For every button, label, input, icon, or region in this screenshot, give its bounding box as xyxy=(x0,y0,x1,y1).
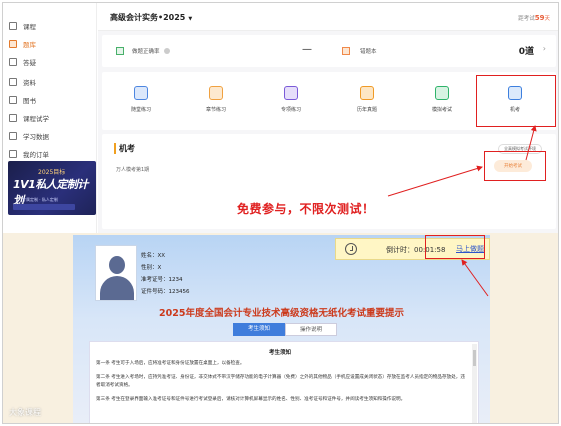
sidebar-item-books[interactable]: 图书 xyxy=(9,93,36,107)
avatar-head xyxy=(109,256,125,274)
exam-subtitle: 万人模考第1期 xyxy=(116,167,150,173)
highlight-box xyxy=(484,151,546,181)
library-icon xyxy=(9,96,17,104)
tool-label: 专项练习 xyxy=(280,107,301,113)
field-value: 123456 xyxy=(168,289,190,295)
exam-countdown: 距考试59天 xyxy=(518,14,550,22)
notice-paragraph: 第三条 考生在登录界面输入准考证号和证件号进行考试登录后，请核对计算机屏幕显示的… xyxy=(96,397,406,402)
scrollbar-thumb[interactable] xyxy=(473,350,476,366)
sidebar: 课程 题库 答疑 资料 图书 课程试学 学习数据 我的订单 2025目标 1V1… xyxy=(3,3,97,233)
accuracy-stat: 做题正确率 xyxy=(116,47,170,55)
tool-mock-exam[interactable]: 模拟考试 xyxy=(417,86,467,113)
tool-chapter-practice[interactable]: 章节练习 xyxy=(191,86,241,113)
candidate-ticket: 准考证号：1234 xyxy=(141,275,183,283)
highlight-box xyxy=(425,235,485,259)
order-icon xyxy=(9,150,17,158)
stats-bar: 做题正确率 — 错题本 0道 › xyxy=(102,35,556,67)
promo-banner[interactable]: 2025目标 1V1私人定制计划 专属定制 · 私人定制 xyxy=(8,161,96,215)
question-bank-icon xyxy=(9,40,17,48)
sidebar-item-label: 资料 xyxy=(23,79,36,87)
field-value: X xyxy=(157,265,162,271)
field-label: 姓名： xyxy=(141,253,158,259)
sidebar-item-label: 题库 xyxy=(23,41,36,49)
accuracy-label: 做题正确率 xyxy=(132,49,160,55)
tool-label: 章节练习 xyxy=(205,107,226,113)
chevron-down-icon: ▼ xyxy=(188,16,193,22)
sidebar-item-question-bank[interactable]: 题库 xyxy=(9,37,36,51)
countdown-suffix: 天 xyxy=(544,16,550,22)
avatar xyxy=(95,245,137,301)
tool-label: 随堂练习 xyxy=(130,107,151,113)
tool-label: 历年真题 xyxy=(356,107,377,113)
chart-icon xyxy=(116,47,124,55)
watermark: 大象课程 xyxy=(9,408,41,417)
page-title: 高级会计实务•2025 xyxy=(110,13,186,22)
practice-icon xyxy=(134,86,148,100)
avatar-body xyxy=(100,276,134,300)
notebook-icon xyxy=(342,47,350,55)
book-icon xyxy=(9,22,17,30)
chevron-right-icon[interactable]: › xyxy=(543,44,546,53)
accuracy-value: — xyxy=(302,44,312,55)
sidebar-item-orders[interactable]: 我的订单 xyxy=(9,147,49,161)
scrollbar[interactable] xyxy=(472,344,477,423)
trial-icon xyxy=(9,114,17,122)
header: 高级会计实务•2025 ▼ 距考试59天 xyxy=(98,3,558,31)
monitor-icon xyxy=(9,132,17,140)
notice-paragraph: 第一条 考生可于入场后，应将准考证和身份证放置在桌面上，以备检查。 xyxy=(96,361,245,366)
clock-icon xyxy=(345,243,357,255)
tool-class-practice[interactable]: 随堂练习 xyxy=(116,86,166,113)
tool-special-practice[interactable]: 专项练习 xyxy=(266,86,316,113)
special-icon xyxy=(284,86,298,100)
wrong-book-count[interactable]: 0道 xyxy=(519,44,534,57)
content-title: 考生须知 xyxy=(268,350,291,356)
wrong-book[interactable]: 错题本 xyxy=(342,47,377,55)
folder-icon xyxy=(9,78,17,86)
past-papers-icon xyxy=(360,86,374,100)
notice-title: 2025年度全国会计专业技术高级资格无纸化考试重要提示 xyxy=(159,308,404,319)
tab-candidate-notice[interactable]: 考生须知 xyxy=(233,323,285,336)
sidebar-item-label: 图书 xyxy=(23,97,36,105)
promo-year: 2025目标 xyxy=(38,169,66,176)
sidebar-item-qa[interactable]: 答疑 xyxy=(9,55,36,69)
mock-exam-icon xyxy=(435,86,449,100)
chapter-icon xyxy=(209,86,223,100)
sidebar-item-trial[interactable]: 课程试学 xyxy=(9,111,49,125)
help-icon[interactable] xyxy=(163,48,170,54)
wrong-book-label: 错题本 xyxy=(360,49,377,55)
sidebar-item-label: 课程试学 xyxy=(23,115,49,123)
candidate-id: 证件号码：123456 xyxy=(141,287,190,295)
sidebar-item-label: 学习数据 xyxy=(23,133,49,141)
timer-label: 倒计时： xyxy=(386,246,414,254)
subject-selector[interactable]: 高级会计实务•2025 ▼ xyxy=(110,12,192,23)
candidate-name: 姓名：XX xyxy=(141,251,165,259)
exam-title: 机考 xyxy=(114,143,135,154)
tool-past-papers[interactable]: 历年真题 xyxy=(342,86,392,113)
notice-paragraph: 第二条 考生进入考场时，应持凭准考证、身份证，非交体式不带汉字储存功能的电子计算… xyxy=(96,375,465,388)
highlight-box xyxy=(476,75,556,127)
exam-notice-screen: 姓名：XX 性别：X 准考证号：1234 证件号码：123456 倒计时：00:… xyxy=(73,235,490,423)
promo-tag xyxy=(13,204,75,210)
sidebar-item-materials[interactable]: 资料 xyxy=(9,75,36,89)
tool-label: 模拟考试 xyxy=(431,107,452,113)
sidebar-item-label: 课程 xyxy=(23,23,36,31)
sidebar-item-courses[interactable]: 课程 xyxy=(9,19,36,33)
field-label: 性别： xyxy=(141,265,158,271)
promo-caption: 免费参与，不限次测试！ xyxy=(237,202,375,216)
field-label: 证件号码： xyxy=(141,289,169,295)
sidebar-item-label: 答疑 xyxy=(23,59,36,67)
sidebar-item-study-data[interactable]: 学习数据 xyxy=(9,129,49,143)
chat-icon xyxy=(9,58,17,66)
tab-instructions[interactable]: 操作说明 xyxy=(285,323,337,336)
promo-subtitle: 专属定制 · 私人定制 xyxy=(22,197,58,202)
notice-content: 考生须知 第一条 考生可于入场后，应将准考证和身份证放置在桌面上，以备检查。 第… xyxy=(89,341,479,423)
notice-tabs: 考生须知 操作说明 xyxy=(233,323,337,336)
field-label: 准考证号： xyxy=(141,277,169,283)
countdown-prefix: 距考试 xyxy=(518,16,535,22)
field-value: 1234 xyxy=(168,277,183,283)
sidebar-item-label: 我的订单 xyxy=(23,151,49,159)
candidate-gender: 性别：X xyxy=(141,263,161,271)
field-value: XX xyxy=(157,253,166,259)
app-window: 课程 题库 答疑 资料 图书 课程试学 学习数据 我的订单 2025目标 1V1… xyxy=(2,2,559,424)
